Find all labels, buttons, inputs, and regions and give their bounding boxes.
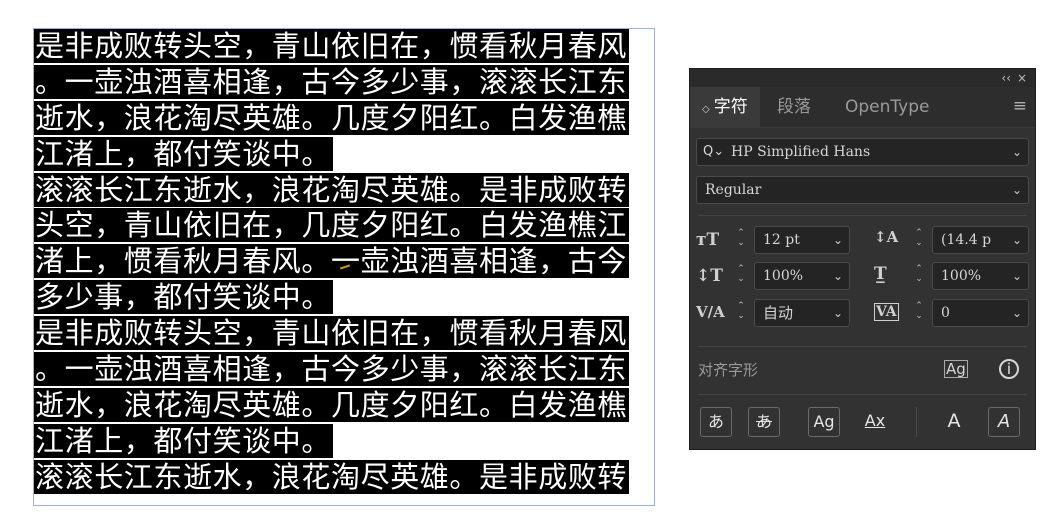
character-panel: ‹‹ × ◇ 字符 段落 OpenType ≡ Q⌄ HP Simplified … (689, 68, 1036, 450)
text-line: 逝水，浪花淘尽英雄。几度夕阳红。白发渔樵 (34, 387, 654, 424)
glyph-bounds-icon[interactable]: Ag (944, 360, 968, 378)
font-size-icon: ᴛT (696, 230, 720, 250)
text-line: 江渚上，都付笑谈中。 (34, 136, 654, 173)
chevron-down-icon[interactable]: ⌄ (833, 227, 843, 253)
selected-text: 渚上，惯看秋月春风。一壶浊酒喜相逢，古今 (34, 244, 630, 279)
leading-value: (14.4 p (941, 232, 992, 248)
leading-icon: ↕A (874, 228, 899, 246)
font-size-stepper[interactable]: ⌃ ⌄ (734, 228, 748, 252)
selected-text: 多少事，都付笑谈中。 (34, 280, 334, 315)
close-icon[interactable]: × (1017, 70, 1027, 86)
leading-field[interactable]: (14.4 p ⌄ (932, 226, 1029, 254)
horizontal-scale-value: 100% (941, 268, 982, 284)
font-family-dropdown[interactable]: Q⌄ HP Simplified Hans ⌄ (696, 138, 1029, 166)
selected-text: 头空，青山依旧在，几度夕阳红。白发渔樵江 (34, 208, 630, 243)
selected-text: 。一壶浊酒喜相逢，古今多少事，滚滚长江东 (34, 64, 630, 99)
vertical-scale-stepper[interactable]: ⌃ ⌄ (734, 264, 748, 288)
tab-opentype[interactable]: OpenType (833, 87, 941, 127)
vertical-scale-icon: ↕T (696, 266, 723, 286)
selected-text: 逝水，浪花淘尽英雄。几度夕阳红。白发渔樵 (34, 387, 630, 422)
kerning-icon: V/A (696, 303, 725, 321)
search-icon[interactable]: Q⌄ (703, 139, 724, 165)
divider (916, 407, 917, 437)
panel-tabs: ◇ 字符 段落 OpenType ≡ (690, 87, 1035, 128)
selected-text: 江渚上，都付笑谈中。 (34, 136, 334, 171)
text-line: 江渚上，都付笑谈中。 (34, 423, 654, 460)
anchor-point-icon[interactable]: A (988, 407, 1020, 437)
info-icon[interactable]: i (999, 359, 1019, 379)
horizontal-scale-stepper[interactable]: ⌃ ⌄ (912, 264, 926, 288)
panel-menu-icon[interactable]: ≡ (1013, 96, 1027, 116)
text-line: 是非成败转头空，青山依旧在，惯看秋月春风 (34, 29, 654, 65)
vertical-scale-field[interactable]: 100% ⌄ (754, 262, 850, 290)
ideographic-box-icon[interactable]: あ (748, 407, 780, 437)
horizontal-scale-icon: T̲ (874, 264, 887, 284)
chevron-down-icon[interactable]: ⌄ (1009, 227, 1022, 253)
selected-text: 。一壶浊酒喜相逢，古今多少事，滚滚长江东 (34, 352, 630, 387)
text-line: 多少事，都付笑谈中。 (34, 280, 654, 316)
kerning-field[interactable]: 自动 ⌄ (754, 299, 850, 327)
tab-character-label: 字符 (713, 97, 748, 117)
font-style-dropdown[interactable]: Regular ⌄ (696, 176, 1029, 204)
align-glyphs-label: 对齐字形 (698, 361, 759, 379)
divider (698, 215, 1027, 216)
glyph-bounds-button-icon[interactable]: Ag (808, 407, 840, 437)
selected-text: 滚滚长江东逝水，浪花淘尽英雄。是非成败转 (34, 172, 630, 207)
text-line: 头空，青山依旧在，几度夕阳红。白发渔樵江 (34, 208, 654, 244)
tracking-stepper[interactable]: ⌃ ⌄ (912, 301, 926, 325)
kerning-stepper[interactable]: ⌃ ⌄ (734, 301, 748, 325)
text-line: 是非成败转头空，青山依旧在，惯看秋月春风 (34, 316, 654, 352)
collapse-icon[interactable]: ‹‹ (1001, 70, 1011, 86)
panel-titlebar: ‹‹ × (690, 69, 1035, 87)
selected-text: 是非成败转头空，青山依旧在，惯看秋月春风 (34, 316, 630, 351)
font-style-value: Regular (705, 182, 762, 198)
text-line: 滚滚长江东逝水，浪花淘尽英雄。是非成败转 (34, 172, 654, 209)
chevron-down-icon[interactable]: ⌄ (833, 263, 843, 289)
divider (698, 346, 1027, 347)
selected-text: 逝水，浪花淘尽英雄。几度夕阳红。白发渔樵 (34, 100, 630, 135)
chevron-down-icon[interactable]: ⌄ (1012, 300, 1022, 326)
em-box-icon[interactable]: あ (700, 407, 732, 437)
tracking-value: 0 (941, 305, 950, 321)
chevron-down-icon[interactable]: ⌄ (1012, 177, 1022, 203)
chevron-down-icon[interactable]: ⌄ (1012, 139, 1022, 165)
font-size-value: 12 pt (763, 232, 800, 248)
vertical-scale-value: 100% (763, 268, 804, 284)
tracking-icon: VA (874, 303, 899, 321)
leading-stepper[interactable]: ⌃ ⌄ (912, 228, 926, 252)
selected-text: 江渚上，都付笑谈中。 (34, 423, 334, 458)
chevron-down-icon[interactable]: ⌄ (1012, 263, 1022, 289)
text-line: 滚滚长江东逝水，浪花淘尽英雄。是非成败转 (34, 459, 654, 496)
font-family-value: HP Simplified Hans (731, 144, 871, 160)
divider (698, 394, 1027, 395)
tracking-field[interactable]: 0 ⌄ (932, 299, 1029, 327)
selected-text: 是非成败转头空，青山依旧在，惯看秋月春风 (34, 29, 630, 63)
text-line: 渚上，惯看秋月春风。一壶浊酒喜相逢，古今 (34, 244, 654, 280)
selected-text: 滚滚长江东逝水，浪花淘尽英雄。是非成败转 (34, 459, 630, 494)
tab-character[interactable]: ◇ 字符 (690, 87, 760, 127)
kerning-value: 自动 (763, 304, 794, 322)
text-line: 。一壶浊酒喜相逢，古今多少事，滚滚长江东 (34, 352, 654, 388)
font-size-field[interactable]: 12 pt ⌄ (754, 226, 850, 254)
text-line: 。一壶浊酒喜相逢，古今多少事，滚滚长江东 (34, 64, 654, 101)
horizontal-scale-field[interactable]: 100% ⌄ (932, 262, 1029, 290)
text-line: 逝水，浪花淘尽英雄。几度夕阳红。白发渔樵 (34, 100, 654, 137)
angular-guide-icon[interactable]: A (938, 407, 970, 437)
tab-collapse-icon[interactable]: ◇ (702, 104, 710, 115)
chevron-down-icon[interactable]: ⌄ (833, 300, 843, 326)
tab-paragraph[interactable]: 段落 (765, 87, 823, 127)
text-frame[interactable]: 是非成败转头空，青山依旧在，惯看秋月春风 。一壶浊酒喜相逢，古今多少事，滚滚长江东… (33, 28, 655, 506)
baseline-icon[interactable]: Ax (859, 407, 891, 437)
